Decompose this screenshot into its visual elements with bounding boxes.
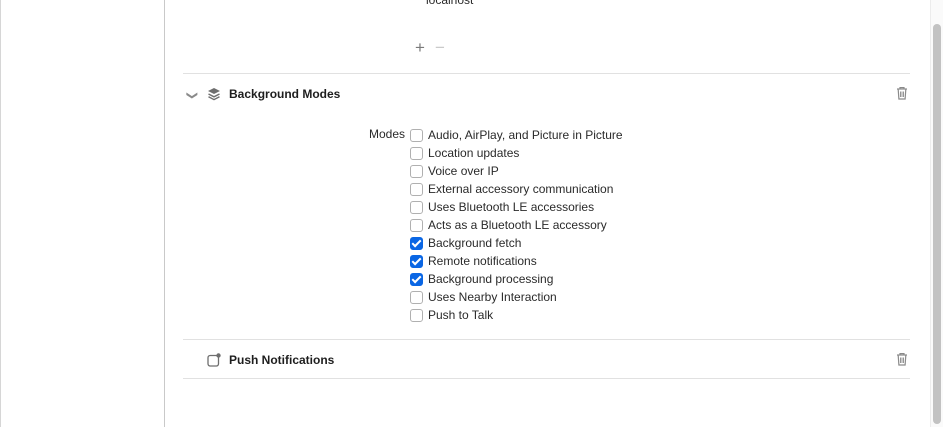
mode-checkbox[interactable] [410,164,423,178]
mode-checkbox[interactable] [410,182,423,196]
push-notifications-header: Push Notifications [183,350,910,374]
mode-label: Uses Nearby Interaction [428,290,557,304]
mode-row[interactable]: Push to Talk [410,306,623,324]
mode-label: Voice over IP [428,164,499,178]
mode-row[interactable]: External accessory communication [410,180,623,198]
layers-icon [208,88,220,101]
trash-icon[interactable] [894,85,910,101]
mode-checkbox[interactable] [410,200,423,214]
push-notifications-title: Push Notifications [229,353,335,367]
add-button[interactable]: + [410,38,430,58]
mode-label: Uses Bluetooth LE accessories [428,200,595,214]
section-divider [183,378,910,379]
mode-row[interactable]: Uses Bluetooth LE accessories [410,198,623,216]
modes-checkbox-list: Audio, AirPlay, and Picture in Picture Lo… [410,126,623,324]
notification-badge-icon [207,353,221,367]
scrollbar-thumb[interactable] [933,24,941,424]
mode-checkbox[interactable] [410,128,423,142]
mode-label: Background processing [428,272,554,286]
mode-checkbox[interactable] [410,272,423,286]
modes-label: Modes [369,127,406,141]
mode-label: Push to Talk [428,308,494,322]
mode-checkbox[interactable] [410,254,423,268]
host-value: localhost [426,0,474,7]
mode-label: Acts as a Bluetooth LE accessory [428,218,607,232]
mode-row[interactable]: Uses Nearby Interaction [410,288,623,306]
mode-row[interactable]: Location updates [410,144,623,162]
chevron-down-icon[interactable]: ❯ [186,91,199,100]
mode-label: Audio, AirPlay, and Picture in Picture [428,128,623,142]
mode-row[interactable]: Acts as a Bluetooth LE accessory [410,216,623,234]
mode-row[interactable]: Audio, AirPlay, and Picture in Picture [410,126,623,144]
remove-button[interactable]: − [430,38,450,58]
navigator-pane [0,0,165,427]
mode-label: External accessory communication [428,182,614,196]
background-modes-title: Background Modes [229,87,341,101]
mode-checkbox[interactable] [410,146,423,160]
section-divider [183,339,910,340]
capabilities-editor: localhost + − ❯ Background Modes Modes Au… [165,0,931,427]
mode-row[interactable]: Remote notifications [410,252,623,270]
mode-checkbox[interactable] [410,290,423,304]
mode-label: Location updates [428,146,520,160]
mode-row[interactable]: Voice over IP [410,162,623,180]
mode-label: Remote notifications [428,254,537,268]
mode-row[interactable]: Background fetch [410,234,623,252]
mode-checkbox[interactable] [410,308,423,322]
add-remove-controls: + − [410,38,450,58]
section-divider [183,73,910,74]
trash-icon[interactable] [894,351,910,367]
mode-checkbox[interactable] [410,218,423,232]
mode-label: Background fetch [428,236,522,250]
vertical-scrollbar[interactable] [930,0,943,427]
left-edge-divider [0,0,1,427]
background-modes-header: ❯ Background Modes [183,84,910,108]
mode-checkbox[interactable] [410,236,423,250]
mode-row[interactable]: Background processing [410,270,623,288]
